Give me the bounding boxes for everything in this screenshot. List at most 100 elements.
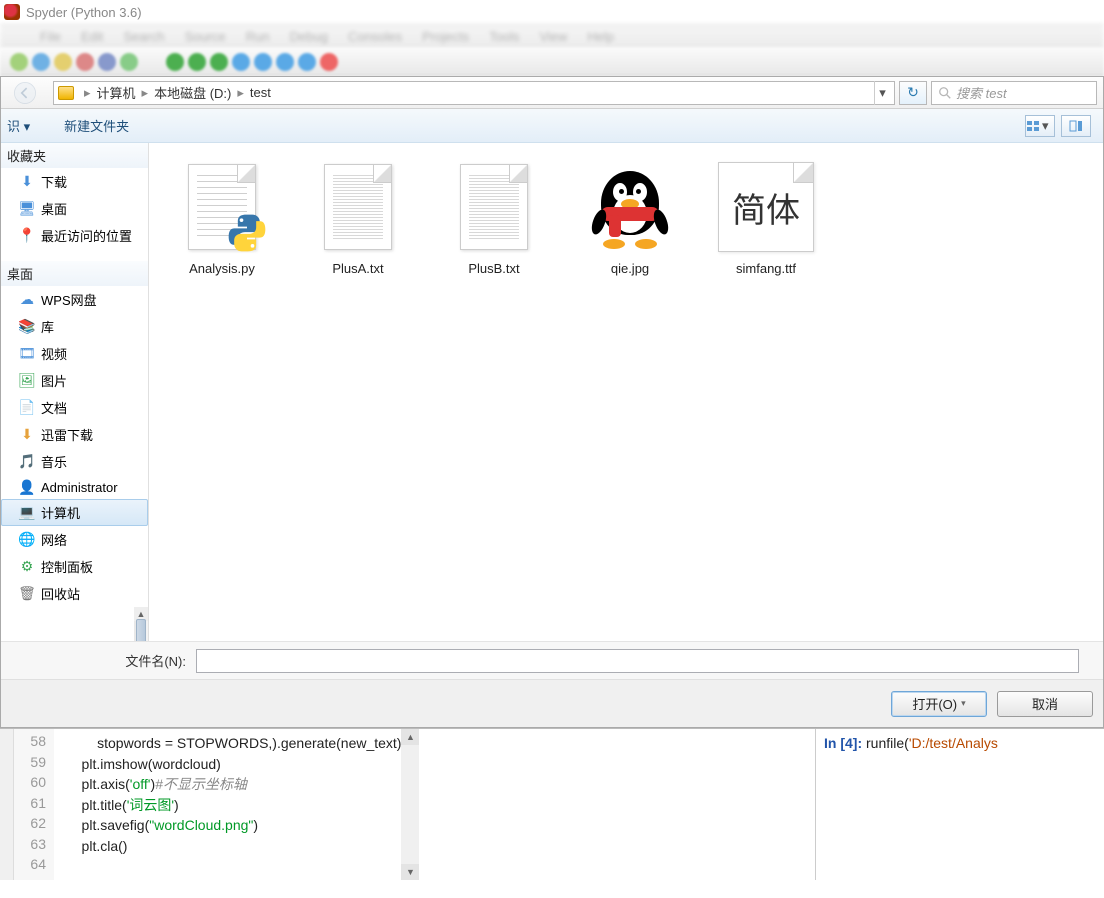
nav-row: ▸ 计算机 ▸ 本地磁盘 (D:) ▸ test ▾ ↻ 搜索 test — [1, 77, 1103, 109]
sidebar-label: 视频 — [41, 344, 67, 363]
line-gutter: 5859606162636465 — [14, 729, 54, 880]
search-icon — [938, 86, 952, 100]
control-icon: ⚙ — [19, 559, 35, 575]
sidebar-fav-0[interactable]: ⬇ 下载 — [1, 168, 148, 195]
file-name: qie.jpg — [611, 261, 649, 276]
console-prompt: In [ — [824, 735, 845, 751]
xunlei-icon: ⬇ — [19, 427, 35, 443]
sidebar-label: 下载 — [41, 172, 67, 191]
sidebar-label: 回收站 — [41, 584, 80, 603]
sidebar-fav-2[interactable]: 📍最近访问的位置 — [1, 222, 148, 249]
scroll-thumb[interactable] — [136, 619, 146, 641]
bc-folder[interactable]: test — [250, 85, 271, 100]
recycle-icon: 🗑 — [19, 586, 35, 602]
search-input[interactable]: 搜索 test — [931, 81, 1097, 105]
sidebar-label: 文档 — [41, 398, 67, 417]
recent-icon: 📍 — [19, 228, 35, 244]
code-editor[interactable]: 5859606162636465 stopwords = STOPWORDS,)… — [14, 729, 816, 880]
sidebar-label: 网络 — [41, 530, 67, 549]
cloud-icon: ☁ — [19, 292, 35, 308]
view-mode-button[interactable]: ▾ — [1025, 115, 1055, 137]
cancel-button[interactable]: 取消 — [997, 691, 1093, 717]
sidebar-label: 计算机 — [41, 503, 80, 522]
file-thumb — [460, 164, 528, 250]
favorites-header: 收藏夹 — [1, 143, 148, 168]
sidebar-item-4[interactable]: 📄 文档 — [1, 394, 148, 421]
file-name: PlusB.txt — [468, 261, 519, 276]
sidebar-item-10[interactable]: ⚙ 控制面板 — [1, 553, 148, 580]
search-placeholder: 搜索 test — [956, 83, 1007, 102]
sidebar-label: 库 — [41, 317, 54, 336]
sidebar-item-7[interactable]: 👤Administrator — [1, 475, 148, 499]
sidebar-fav-1[interactable]: 🖥桌面 — [1, 195, 148, 222]
refresh-button[interactable]: ↻ — [899, 81, 927, 105]
library-icon: 📚 — [19, 319, 35, 335]
sidebar-item-5[interactable]: ⬇迅雷下载 — [1, 421, 148, 448]
doc-icon: 📄 — [19, 400, 35, 416]
sidebar-item-11[interactable]: 🗑 回收站 — [1, 580, 148, 607]
file-list-area[interactable]: Analysis.py PlusA.txt PlusB.txt qie.jpg 简体 si… — [149, 143, 1103, 641]
left-marker — [0, 729, 14, 880]
breadcrumb-dropdown[interactable]: ▾ — [874, 81, 890, 105]
file-item-0[interactable]: Analysis.py — [167, 159, 277, 276]
sidebar-item-9[interactable]: 🌐 网络 — [1, 526, 148, 553]
preview-pane-button[interactable] — [1061, 115, 1091, 137]
cancel-button-label: 取消 — [1032, 694, 1058, 713]
editor-scrollbar[interactable]: ▲ ▼ — [401, 729, 419, 880]
file-item-4[interactable]: 简体 simfang.ttf — [711, 159, 821, 276]
sidebar-item-1[interactable]: 📚库 — [1, 313, 148, 340]
editor-area: 5859606162636465 stopwords = STOPWORDS,)… — [0, 728, 1104, 880]
network-icon: 🌐 — [19, 532, 35, 548]
sidebar-scrollbar[interactable]: ▲ ▼ — [134, 607, 148, 641]
sidebar-item-3[interactable]: 🖼 图片 — [1, 367, 148, 394]
filename-label: 文件名(N): — [1, 651, 196, 670]
scroll-up-icon[interactable]: ▲ — [401, 729, 419, 745]
file-item-3[interactable]: qie.jpg — [575, 159, 685, 276]
pane-icon — [1069, 120, 1083, 132]
computer-icon: 💻 — [19, 505, 35, 521]
console-num: 4 — [845, 735, 853, 751]
spyder-title-bar: Spyder (Python 3.6) — [0, 0, 1104, 24]
file-item-1[interactable]: PlusA.txt — [303, 159, 413, 276]
sidebar-item-6[interactable]: 🎵 音乐 — [1, 448, 148, 475]
sidebar: 收藏夹⬇下载🖥桌面📍最近访问的位置桌面☁WPS网盘📚库🎞视频🖼图片📄文档⬇迅雷下… — [1, 143, 149, 641]
sidebar-item-2[interactable]: 🎞 视频 — [1, 340, 148, 367]
console-path: 'D:/test/Analys — [909, 735, 998, 751]
sidebar-item-0[interactable]: ☁WPS网盘 — [1, 286, 148, 313]
breadcrumb[interactable]: ▸ 计算机 ▸ 本地磁盘 (D:) ▸ test ▾ — [53, 81, 895, 105]
python-icon — [225, 211, 269, 255]
file-open-dialog: ▸ 计算机 ▸ 本地磁盘 (D:) ▸ test ▾ ↻ 搜索 test 识 ▾… — [0, 76, 1104, 728]
filename-input[interactable] — [196, 649, 1079, 673]
image-icon: 🖼 — [19, 373, 35, 389]
file-name: Analysis.py — [189, 261, 255, 276]
open-button-label: 打开(O) — [912, 694, 957, 713]
sidebar-label: 音乐 — [41, 452, 67, 471]
bc-computer[interactable]: 计算机 — [97, 83, 136, 102]
sidebar-label: 控制面板 — [41, 557, 93, 576]
console-prompt-end: ]: — [853, 735, 866, 751]
new-folder-button[interactable]: 新建文件夹 — [64, 116, 129, 135]
spyder-icon — [4, 4, 20, 20]
console-cmd: runfile( — [866, 735, 909, 751]
open-button[interactable]: 打开(O)▾ — [891, 691, 987, 717]
sidebar-label: 桌面 — [41, 199, 67, 218]
download-icon: ⬇ — [19, 174, 35, 190]
spyder-title-text: Spyder (Python 3.6) — [26, 5, 142, 20]
folder-icon — [58, 86, 74, 100]
command-bar: 识 ▾ 新建文件夹 ▾ — [1, 109, 1103, 143]
video-icon: 🎞 — [19, 346, 35, 362]
nav-back-button[interactable] — [1, 77, 49, 108]
file-thumb — [591, 165, 669, 249]
file-name: simfang.ttf — [736, 261, 796, 276]
organize-button[interactable]: 识 ▾ — [7, 116, 30, 135]
code-body[interactable]: stopwords = STOPWORDS,).generate(new_tex… — [54, 729, 401, 880]
scroll-down-icon[interactable]: ▼ — [401, 864, 419, 880]
ipython-console[interactable]: In [4]: runfile('D:/test/Analys — [816, 729, 1104, 880]
file-thumb: 简体 — [718, 162, 814, 252]
bc-disk[interactable]: 本地磁盘 (D:) — [154, 83, 231, 102]
sidebar-item-8[interactable]: 💻 计算机 — [1, 499, 148, 526]
file-item-2[interactable]: PlusB.txt — [439, 159, 549, 276]
music-icon: 🎵 — [19, 454, 35, 470]
file-name: PlusA.txt — [332, 261, 383, 276]
sidebar-label: 图片 — [41, 371, 67, 390]
